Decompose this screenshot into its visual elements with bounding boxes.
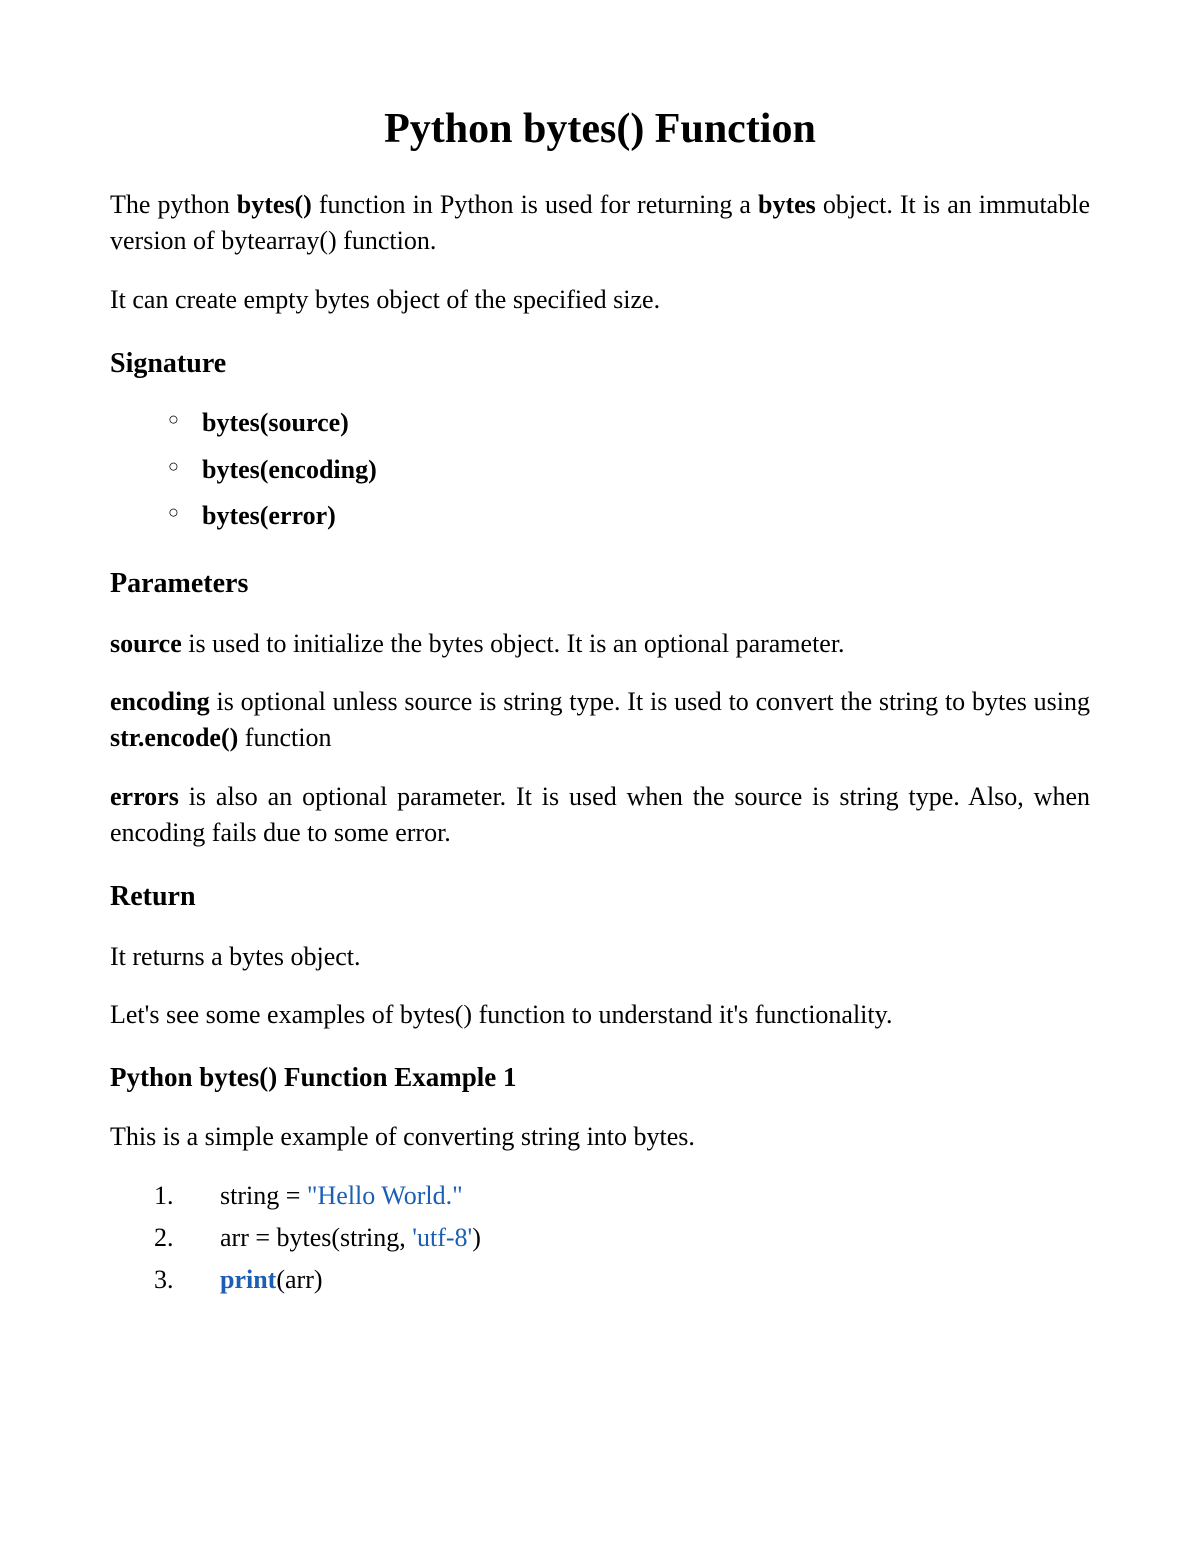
code-line: arr = bytes(string, 'utf-8') [180, 1220, 1090, 1256]
text-bold-str-encode: str.encode() [110, 723, 238, 752]
return-heading: Return [110, 877, 1090, 916]
example-1-desc: This is a simple example of converting s… [110, 1119, 1090, 1155]
example-1-heading: Python bytes() Function Example 1 [110, 1059, 1090, 1097]
signature-item: bytes(encoding) [168, 452, 1090, 488]
code-block-example-1: string = "Hello World." arr = bytes(stri… [80, 1178, 1090, 1299]
param-name-encoding: encoding [110, 687, 210, 716]
text-fragment: is optional unless source is string type… [210, 687, 1090, 716]
text-fragment: function [238, 723, 331, 752]
text-fragment: function in Python is used for returning… [312, 190, 758, 219]
code-line: string = "Hello World." [180, 1178, 1090, 1214]
code-text: (arr) [276, 1265, 322, 1294]
text-fragment: is used to initialize the bytes object. … [182, 629, 845, 658]
signature-list: bytes(source) bytes(encoding) bytes(erro… [168, 405, 1090, 534]
code-line: print(arr) [180, 1262, 1090, 1298]
code-keyword-print: print [220, 1265, 276, 1294]
code-string-literal: "Hello World." [307, 1181, 463, 1210]
param-source: source is used to initialize the bytes o… [110, 626, 1090, 662]
code-text: string = [220, 1181, 307, 1210]
return-paragraph-2: Let's see some examples of bytes() funct… [110, 997, 1090, 1033]
text-fragment: The python [110, 190, 237, 219]
text-bold-bytes-fn: bytes() [237, 190, 312, 219]
signature-item: bytes(source) [168, 405, 1090, 441]
page-title: Python bytes() Function [110, 100, 1090, 159]
param-encoding: encoding is optional unless source is st… [110, 684, 1090, 757]
text-bold-bytes: bytes [758, 190, 816, 219]
code-text: arr = bytes(string, [220, 1223, 412, 1252]
code-string-literal: 'utf-8' [412, 1223, 472, 1252]
intro-paragraph-1: The python bytes() function in Python is… [110, 187, 1090, 260]
param-name-source: source [110, 629, 182, 658]
intro-paragraph-2: It can create empty bytes object of the … [110, 282, 1090, 318]
param-errors: errors is also an optional parameter. It… [110, 779, 1090, 852]
signature-item: bytes(error) [168, 498, 1090, 534]
param-name-errors: errors [110, 782, 179, 811]
code-text: ) [472, 1223, 481, 1252]
text-fragment: is also an optional parameter. It is use… [110, 782, 1090, 847]
signature-heading: Signature [110, 344, 1090, 383]
return-paragraph-1: It returns a bytes object. [110, 939, 1090, 975]
parameters-heading: Parameters [110, 564, 1090, 603]
